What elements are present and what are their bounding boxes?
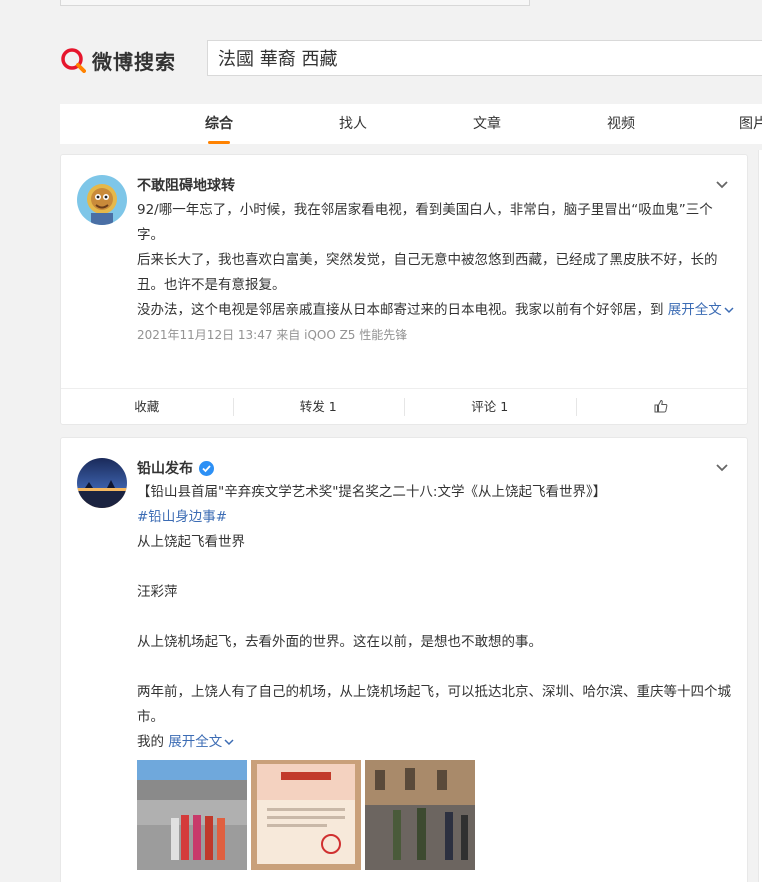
post-line: 汪彩萍 <box>137 584 178 600</box>
tab-comprehensive[interactable]: 综合 <box>198 104 240 144</box>
post-line-prefix: 我的 <box>137 734 164 750</box>
post-image[interactable] <box>365 760 475 870</box>
post-content: 【铅山县首届"辛弃疾文学艺术奖"提名奖之二十八:文学《从上饶起飞看世界》】 #铅… <box>137 480 737 755</box>
post-title-line: 【铅山县首届"辛弃疾文学艺术奖"提名奖之二十八:文学《从上饶起飞看世界》】 <box>137 484 607 500</box>
tab-images[interactable]: 图片 <box>732 104 762 144</box>
search-box[interactable] <box>207 40 762 76</box>
collect-button[interactable]: 收藏 <box>61 389 233 424</box>
avatar[interactable] <box>77 458 127 508</box>
post-image[interactable] <box>251 760 361 870</box>
tab-articles[interactable]: 文章 <box>466 104 508 144</box>
post-meta: 2021年11月12日 13:47 来自 iQOO Z5 性能先锋 <box>137 328 408 342</box>
expand-full-text-link[interactable]: 展开全文 <box>168 734 234 750</box>
post-card: 铅山发布 【铅山县首届"辛弃疾文学艺术奖"提名奖之二十八:文学《从上饶起飞看世界… <box>60 437 748 882</box>
search-input[interactable] <box>218 47 762 69</box>
post-line: 我的 展开全文 <box>137 730 737 755</box>
comment-button[interactable]: 评论 1 <box>404 389 576 424</box>
browser-bar <box>60 0 530 6</box>
chevron-down-icon <box>224 739 234 746</box>
tab-videos[interactable]: 视频 <box>600 104 642 144</box>
weibo-search-logo[interactable]: 微博搜索 <box>60 44 176 76</box>
post-card: 不敢阻碍地球转 92/哪一年忘了，小时候，我在邻居家看电视，看到美国白人，非常白… <box>60 154 748 425</box>
avatar[interactable] <box>77 175 127 225</box>
post-image[interactable] <box>137 760 247 870</box>
chevron-down-icon[interactable] <box>715 460 729 474</box>
repost-button[interactable]: 转发 1 <box>232 389 405 424</box>
search-tabs: 综合 找人 文章 视频 图片 <box>60 104 762 144</box>
search-logo-icon <box>60 47 86 73</box>
expand-label[interactable]: 展开全文 <box>168 734 222 750</box>
tab-users[interactable]: 找人 <box>332 104 374 144</box>
expand-label[interactable]: 展开全文 <box>668 302 722 318</box>
post-paragraph-text: 没办法，这个电视是邻居亲戚直接从日本邮寄过来的日本电视。我家以前有个好邻居，到 <box>137 302 664 318</box>
post-content: 92/哪一年忘了，小时候，我在邻居家看电视，看到美国白人，非常白，脑子里冒出“吸… <box>137 198 737 348</box>
author-name[interactable]: 铅山发布 <box>137 458 214 478</box>
chevron-down-icon <box>724 307 734 314</box>
right-panel-edge <box>758 150 762 882</box>
post-paragraph: 没办法，这个电视是邻居亲戚直接从日本邮寄过来的日本电视。我家以前有个好邻居，到 … <box>137 298 737 323</box>
thumbs-up-icon <box>654 399 668 413</box>
logo-text: 微博搜索 <box>92 49 176 74</box>
author-name-text[interactable]: 铅山发布 <box>137 458 193 478</box>
post-paragraph: 后来长大了，我也喜欢白富美，突然发觉，自己无意中被忽悠到西藏，已经成了黑皮肤不好… <box>137 252 718 293</box>
post-line: 从上饶机场起飞，去看外面的世界。这在以前，是想也不敢想的事。 <box>137 634 542 650</box>
post-line: 两年前，上饶人有了自己的机场，从上饶机场起飞，可以抵达北京、深圳、哈尔滨、重庆等… <box>137 684 731 725</box>
expand-full-text-link[interactable]: 展开全文 <box>668 302 734 318</box>
verified-badge-icon <box>199 460 214 476</box>
image-grid <box>137 760 475 870</box>
chevron-down-icon[interactable] <box>715 177 729 191</box>
post-line: 从上饶起飞看世界 <box>137 534 245 550</box>
hashtag-link[interactable]: #铅山身边事# <box>137 505 737 530</box>
post-actions: 收藏 转发 1 评论 1 <box>61 388 747 424</box>
post-paragraph: 92/哪一年忘了，小时候，我在邻居家看电视，看到美国白人，非常白，脑子里冒出“吸… <box>137 202 713 243</box>
like-button[interactable] <box>575 389 748 424</box>
author-name[interactable]: 不敢阻碍地球转 <box>137 175 235 195</box>
